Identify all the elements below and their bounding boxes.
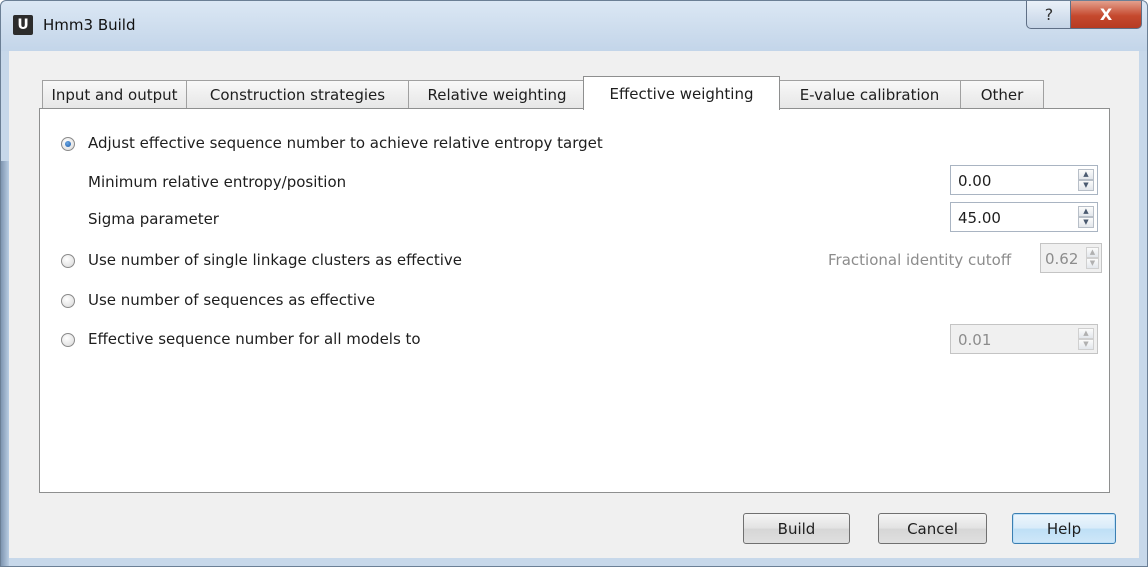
radio-single-linkage-clusters[interactable] bbox=[61, 254, 75, 268]
radio-adjust-entropy[interactable] bbox=[61, 137, 75, 151]
tab-relative-weighting[interactable]: Relative weighting bbox=[408, 80, 586, 109]
question-mark-icon: ? bbox=[1044, 5, 1054, 24]
spin-up-icon[interactable]: ▲ bbox=[1086, 247, 1099, 258]
spin-up-icon[interactable]: ▲ bbox=[1078, 328, 1094, 339]
app-logo-icon: U bbox=[13, 15, 33, 35]
label-effective-sequence-number: Effective sequence number for all models… bbox=[88, 330, 421, 348]
build-button[interactable]: Build bbox=[743, 513, 850, 544]
identity-cutoff-value: 0.62 bbox=[1045, 250, 1079, 268]
tab-effective-weighting[interactable]: Effective weighting bbox=[583, 76, 780, 110]
close-icon: X bbox=[1099, 5, 1113, 24]
spin-up-icon[interactable]: ▲ bbox=[1078, 206, 1094, 217]
min-entropy-value: 0.00 bbox=[958, 172, 992, 190]
dialog-window: U Hmm3 Build ? X Input and output Constr… bbox=[0, 0, 1148, 567]
title-bar[interactable]: U Hmm3 Build ? X bbox=[1, 1, 1147, 51]
spin-down-icon[interactable]: ▼ bbox=[1078, 180, 1094, 191]
label-sigma-parameter: Sigma parameter bbox=[88, 210, 219, 228]
spin-down-icon[interactable]: ▼ bbox=[1078, 217, 1094, 228]
effective-number-spinbox[interactable]: 0.01 ▲ ▼ bbox=[950, 324, 1098, 354]
sigma-spinbox[interactable]: 45.00 ▲ ▼ bbox=[950, 202, 1098, 232]
label-single-linkage-clusters: Use number of single linkage clusters as… bbox=[88, 251, 463, 269]
sigma-spin-arrows: ▲ ▼ bbox=[1078, 206, 1094, 228]
effective-weighting-panel: Adjust effective sequence number to achi… bbox=[39, 108, 1110, 493]
spin-down-icon[interactable]: ▼ bbox=[1086, 258, 1099, 269]
sigma-value: 45.00 bbox=[958, 209, 1001, 227]
effective-number-spin-arrows: ▲ ▼ bbox=[1078, 328, 1094, 350]
background-window-edge bbox=[1, 161, 9, 566]
spin-up-icon[interactable]: ▲ bbox=[1078, 169, 1094, 180]
title-help-button[interactable]: ? bbox=[1026, 1, 1072, 29]
label-fractional-identity-cutoff: Fractional identity cutoff bbox=[828, 251, 1012, 269]
label-min-relative-entropy: Minimum relative entropy/position bbox=[88, 173, 347, 191]
effective-number-value: 0.01 bbox=[958, 331, 992, 349]
tab-input-output[interactable]: Input and output bbox=[42, 80, 187, 109]
label-number-of-sequences: Use number of sequences as effective bbox=[88, 291, 376, 309]
min-entropy-spinbox[interactable]: 0.00 ▲ ▼ bbox=[950, 165, 1098, 195]
window-title: Hmm3 Build bbox=[43, 16, 136, 34]
identity-cutoff-spinbox[interactable]: 0.62 ▲ ▼ bbox=[1040, 243, 1102, 273]
tab-construction-strategies[interactable]: Construction strategies bbox=[186, 80, 409, 109]
min-entropy-spin-arrows: ▲ ▼ bbox=[1078, 169, 1094, 191]
radio-effective-sequence-number[interactable] bbox=[61, 333, 75, 347]
dialog-client-area: Input and output Construction strategies… bbox=[9, 51, 1139, 558]
radio-number-of-sequences[interactable] bbox=[61, 294, 75, 308]
tab-evalue-calibration[interactable]: E-value calibration bbox=[778, 80, 961, 109]
title-close-button[interactable]: X bbox=[1070, 1, 1142, 29]
help-button[interactable]: Help bbox=[1012, 513, 1116, 544]
label-adjust-entropy: Adjust effective sequence number to achi… bbox=[88, 134, 603, 152]
cancel-button[interactable]: Cancel bbox=[878, 513, 987, 544]
identity-cutoff-spin-arrows: ▲ ▼ bbox=[1086, 247, 1099, 269]
tab-other[interactable]: Other bbox=[960, 80, 1044, 109]
spin-down-icon[interactable]: ▼ bbox=[1078, 339, 1094, 350]
